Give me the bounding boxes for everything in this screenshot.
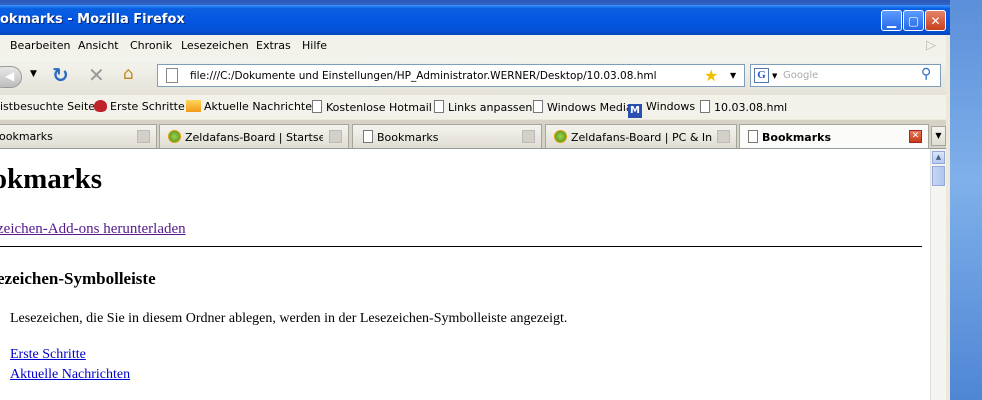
bookmark-link-erste-schritte[interactable]: Erste Schritte — [10, 347, 86, 363]
rss-feed-icon — [186, 100, 201, 112]
bookmark-label: Windows Media — [547, 101, 633, 114]
bookmark-most-visited[interactable]: istbesuchte Seiten — [0, 100, 102, 113]
window-title: okmarks - Mozilla Firefox — [0, 12, 185, 27]
zeldafans-favicon — [554, 130, 567, 143]
stop-icon[interactable]: ✕ — [88, 63, 105, 87]
firefox-help-icon — [94, 100, 107, 112]
search-engine-icon[interactable]: G — [754, 68, 769, 83]
page-icon — [312, 100, 322, 113]
back-button[interactable]: ◀ — [0, 66, 22, 88]
tab-title: Zeldafans-Board | Startseite — [185, 131, 323, 144]
close-icon: ✕ — [930, 13, 941, 28]
menu-chronik[interactable]: Chronik — [130, 39, 172, 52]
page-heading: ookmarks — [0, 163, 103, 195]
browser-window: okmarks - Mozilla Firefox ▁ ▢ ✕ Bearbeit… — [0, 5, 950, 400]
tab-zeldafans-pc[interactable]: Zeldafans-Board | PC & Int... — [545, 124, 737, 148]
bookmark-label: istbesuchte Seiten — [0, 100, 103, 113]
tab-zeldafans-startseite[interactable]: Zeldafans-Board | Startseite — [159, 124, 349, 148]
menu-bar: Bearbeiten Ansicht Chronik Lesezeichen E… — [0, 35, 946, 57]
menu-extras[interactable]: Extras — [256, 39, 291, 52]
engine-dropdown-icon[interactable]: ▼ — [772, 72, 777, 80]
tab-close-icon[interactable] — [137, 130, 150, 143]
search-magnifier-icon[interactable]: ⚲ — [921, 66, 931, 82]
tab-bookmarks-active[interactable]: Bookmarks ✕ — [739, 124, 929, 148]
minimize-button[interactable]: ▁ — [881, 10, 902, 31]
tab-bar: ookmarks Zeldafans-Board | Startseite Bo… — [0, 120, 946, 149]
chevron-up-icon: ▲ — [935, 153, 942, 161]
title-bar[interactable]: okmarks - Mozilla Firefox ▁ ▢ ✕ — [0, 5, 950, 35]
bookmark-windows[interactable]: M Windows — [628, 100, 695, 118]
list-all-tabs-button[interactable]: ▼ — [931, 126, 946, 146]
tab-title: Bookmarks — [762, 131, 831, 144]
horizontal-rule — [0, 246, 922, 247]
bookmark-label: Windows — [646, 100, 696, 113]
menu-bearbeiten[interactable]: Bearbeiten — [10, 39, 70, 52]
bookmark-link-aktuelle-nachrichten[interactable]: Aktuelle Nachrichten — [10, 367, 130, 383]
bookmark-label: 10.03.08.hml — [714, 101, 788, 114]
bookmark-aktuelle-nachrichten[interactable]: Aktuelle Nachrichten — [186, 100, 319, 113]
url-dropdown-icon[interactable]: ▼ — [730, 71, 736, 80]
search-bar[interactable]: G ▼ Google ⚲ — [750, 64, 941, 87]
address-url: file:///C:/Dokumente und Einstellungen/H… — [190, 70, 657, 82]
addons-download-link[interactable]: zeichen-Add-ons herunterladen — [0, 221, 186, 238]
throbber-icon: ▷ — [926, 38, 936, 53]
tab-label: Zeldafans-Board | PC & Int... — [554, 130, 712, 144]
tab-close-icon[interactable] — [717, 130, 730, 143]
tab-close-icon[interactable]: ✕ — [909, 130, 922, 143]
bookmark-label: Links anpassen — [448, 101, 533, 114]
close-button[interactable]: ✕ — [925, 10, 946, 31]
tab-title: Bookmarks — [377, 131, 439, 144]
search-placeholder: Google — [783, 70, 819, 81]
maximize-button[interactable]: ▢ — [903, 10, 924, 31]
back-arrow-icon: ◀ — [5, 69, 15, 83]
bookmark-label: Kostenlose Hotmail — [326, 101, 432, 114]
minimize-icon: ▁ — [886, 13, 897, 28]
bookmark-star-icon[interactable]: ★ — [704, 66, 718, 85]
menu-lesezeichen[interactable]: Lesezeichen — [181, 39, 249, 52]
page-icon — [748, 130, 758, 143]
page-icon — [434, 100, 444, 113]
tab-close-icon[interactable] — [522, 130, 535, 143]
bookmark-links-anpassen[interactable]: Links anpassen — [434, 100, 532, 114]
tab-label: Bookmarks — [748, 130, 903, 144]
tab-label: ookmarks — [0, 130, 53, 143]
scroll-up-button[interactable]: ▲ — [932, 151, 945, 164]
tab-bookmarks-2[interactable]: Bookmarks — [352, 124, 542, 148]
zeldafans-favicon — [168, 130, 181, 143]
vertical-scrollbar[interactable]: ▲ — [930, 149, 946, 400]
msn-icon: M — [628, 104, 642, 118]
tab-title: Zeldafans-Board | PC & Int... — [571, 131, 712, 144]
page-content: ookmarks zeichen-Add-ons herunterladen e… — [0, 149, 930, 400]
page-icon — [700, 100, 710, 113]
page-icon — [533, 100, 543, 113]
tab-label: Zeldafans-Board | Startseite — [168, 130, 323, 144]
tab-label: Bookmarks — [363, 130, 518, 144]
home-icon[interactable]: ⌂ — [123, 64, 134, 84]
bookmark-label: Erste Schritte — [110, 100, 185, 113]
reload-icon[interactable]: ↻ — [52, 63, 69, 87]
bookmark-kostenlose-hotmail[interactable]: Kostenlose Hotmail — [312, 100, 432, 114]
section-description: Lesezeichen, die Sie in diesem Ordner ab… — [10, 311, 568, 326]
desktop-background — [950, 0, 982, 400]
scroll-thumb[interactable] — [932, 166, 945, 186]
page-icon — [363, 130, 373, 143]
chevron-down-icon: ▼ — [935, 131, 942, 140]
bookmark-10-03-08[interactable]: 10.03.08.hml — [700, 100, 787, 114]
tab-close-icon[interactable] — [329, 130, 342, 143]
tab-bookmarks-1[interactable]: ookmarks — [0, 124, 157, 148]
bookmark-erste-schritte[interactable]: Erste Schritte — [94, 100, 185, 113]
section-heading: ezeichen-Symbolleiste — [0, 269, 156, 288]
page-file-icon — [166, 68, 178, 83]
address-bar[interactable]: file:///C:/Dokumente und Einstellungen/H… — [157, 64, 745, 87]
menu-ansicht[interactable]: Ansicht — [78, 39, 119, 52]
maximize-icon: ▢ — [907, 13, 920, 28]
bookmark-windows-media[interactable]: Windows Media — [533, 100, 633, 114]
menu-hilfe[interactable]: Hilfe — [302, 39, 327, 52]
history-dropdown-icon[interactable]: ▼ — [30, 69, 37, 79]
bookmarks-toolbar: istbesuchte Seiten Erste Schritte Aktuel… — [0, 95, 946, 119]
bookmark-label: Aktuelle Nachrichten — [204, 100, 319, 113]
